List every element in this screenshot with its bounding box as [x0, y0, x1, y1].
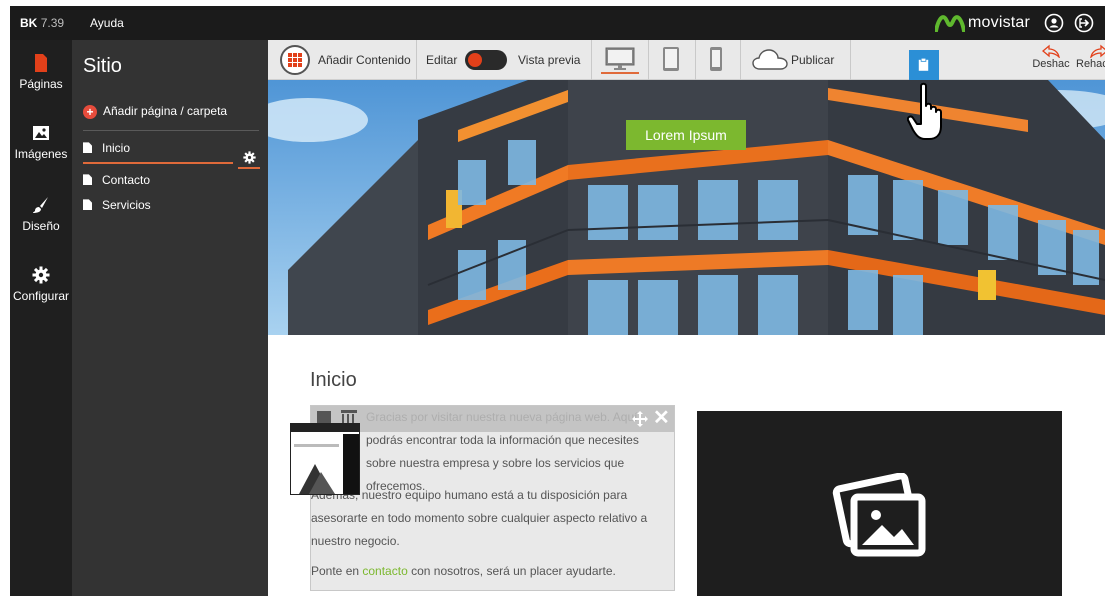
- divider: [740, 40, 741, 80]
- rail-label-images: Imágenes: [14, 147, 68, 161]
- hero-button[interactable]: Lorem Ipsum: [626, 120, 746, 150]
- movistar-logo: movistar: [935, 12, 1045, 34]
- mobile-view-button[interactable]: [702, 46, 730, 74]
- redo-label: Rehace: [1076, 58, 1105, 70]
- version-label: BK 7.39: [20, 16, 64, 30]
- tablet-icon: [663, 47, 679, 71]
- movistar-m-icon: [935, 15, 965, 32]
- page-heading[interactable]: Inicio: [310, 369, 357, 392]
- close-icon[interactable]: ✕: [653, 408, 671, 428]
- help-link[interactable]: Ayuda: [90, 16, 124, 30]
- contact-text-before: Ponte en: [311, 564, 363, 578]
- version-number: 7.39: [40, 16, 65, 30]
- page-item-contacto[interactable]: Contacto: [83, 172, 259, 192]
- desktop-icon: [605, 47, 635, 70]
- mobile-icon: [710, 47, 722, 71]
- image-icon: [33, 126, 49, 140]
- main-nav-rail: Páginas Imágenes Diseño Configurar: [10, 40, 72, 596]
- app-frame: BK 7.39 Ayuda movistar Páginas Imágenes: [10, 6, 1105, 596]
- image-placeholder[interactable]: [697, 411, 1062, 596]
- grid-icon: [280, 45, 310, 75]
- divider: [648, 40, 649, 80]
- toggle-knob: [468, 53, 482, 67]
- rail-label-pages: Páginas: [19, 77, 63, 91]
- paragraph-line: asesorarte en todo momento sobre cualqui…: [311, 511, 648, 525]
- contact-link[interactable]: contacto: [362, 564, 407, 578]
- drag-thumbnail: [290, 423, 360, 495]
- paragraph-line: Además, nuestro equipo humano está a tu …: [311, 488, 628, 502]
- page-label: Contacto: [102, 172, 151, 187]
- brush-icon: [33, 197, 48, 213]
- redo-button[interactable]: Rehace: [1076, 44, 1105, 70]
- undo-icon: [1042, 44, 1060, 58]
- preview-label[interactable]: Vista previa: [518, 53, 580, 67]
- divider: [591, 40, 592, 80]
- rail-label-design: Diseño: [22, 219, 60, 233]
- edit-preview-toggle[interactable]: [465, 50, 507, 70]
- undo-label: Deshac: [1032, 58, 1070, 70]
- site-panel: Sitio + Añadir página / carpeta Inicio Co…: [72, 40, 268, 596]
- editor-toolbar: Añadir Contenido Editar Vista previa Pub…: [268, 40, 1105, 80]
- page-label: Servicios: [102, 197, 151, 212]
- gear-icon: [32, 266, 50, 284]
- page-content: Inicio Gracias por visitar nuestra nueva…: [268, 335, 1105, 596]
- page-icon: [83, 199, 92, 211]
- hand-cursor-icon: [907, 82, 942, 140]
- rail-item-settings[interactable]: Configurar: [10, 266, 72, 303]
- divider: [416, 40, 417, 80]
- block-toolbar: [311, 406, 674, 432]
- thumbnail-preview-image: [291, 424, 359, 494]
- site-title: Sitio: [83, 55, 122, 77]
- rail-label-settings: Configurar: [12, 289, 70, 303]
- image-icon: [832, 473, 926, 557]
- rail-item-design[interactable]: Diseño: [10, 196, 72, 233]
- paragraph-line: nuestro negocio.: [311, 534, 400, 548]
- page-icon: [83, 174, 92, 186]
- page-item-servicios[interactable]: Servicios: [83, 197, 259, 217]
- text-block[interactable]: Gracias por visitar nuestra nueva página…: [310, 405, 675, 591]
- redo-icon: [1090, 44, 1105, 58]
- add-page-button[interactable]: + Añadir página / carpeta: [83, 104, 227, 119]
- divider: [695, 40, 696, 80]
- paragraph-contact: Ponte en contacto con nosotros, será un …: [311, 560, 669, 583]
- edit-label[interactable]: Editar: [426, 53, 457, 67]
- add-content-label: Añadir Contenido: [318, 53, 411, 67]
- user-icon[interactable]: [1044, 13, 1064, 33]
- clipboard-button[interactable]: [909, 50, 939, 80]
- gear-icon: [243, 151, 256, 164]
- hero-building-image: [268, 80, 1105, 335]
- cloud-icon: [752, 49, 788, 70]
- block-columns-icon[interactable]: [341, 410, 357, 424]
- tablet-view-button[interactable]: [656, 46, 686, 74]
- clipboard-icon: [918, 58, 929, 71]
- contact-text-after: con nosotros, será un placer ayudarte.: [407, 564, 616, 578]
- desktop-view-button[interactable]: [601, 46, 639, 74]
- page-label: Inicio: [102, 140, 131, 155]
- top-bar: BK 7.39 Ayuda movistar: [10, 6, 1105, 40]
- rail-item-images[interactable]: Imágenes: [10, 124, 72, 161]
- page-settings-button[interactable]: [238, 147, 260, 169]
- undo-button[interactable]: Deshac: [1030, 44, 1072, 70]
- hero-banner[interactable]: Lorem Ipsum: [268, 80, 1105, 335]
- divider: [83, 130, 259, 131]
- logout-icon[interactable]: [1074, 13, 1094, 33]
- publish-label: Publicar: [791, 53, 835, 67]
- divider: [850, 40, 851, 80]
- page-icon: [83, 142, 92, 154]
- move-icon[interactable]: [631, 410, 649, 428]
- add-page-label: Añadir página / carpeta: [103, 104, 228, 118]
- brand-name: movistar: [968, 14, 1031, 31]
- add-icon: +: [83, 104, 97, 119]
- version-brand: BK: [20, 16, 38, 30]
- page-item-inicio[interactable]: Inicio: [83, 140, 233, 164]
- page-icon: [35, 54, 47, 72]
- rail-item-pages[interactable]: Páginas: [10, 54, 72, 91]
